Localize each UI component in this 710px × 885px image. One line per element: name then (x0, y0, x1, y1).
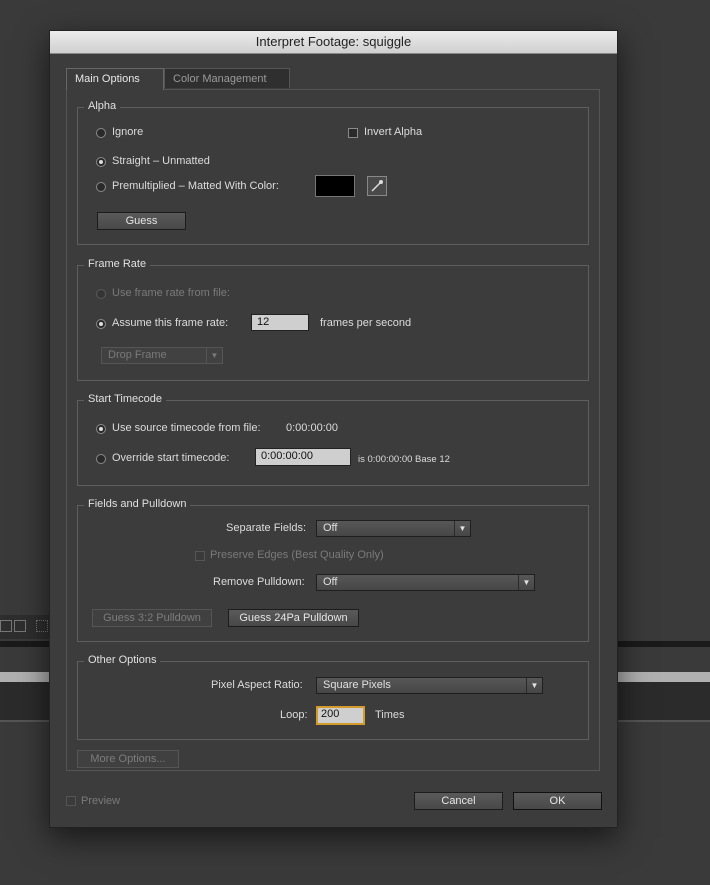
chevron-down-icon: ▼ (518, 575, 534, 590)
override-timecode-radio[interactable] (96, 454, 106, 464)
main-options-panel: Alpha Ignore Invert Alpha Straight – Unm… (66, 89, 600, 771)
override-timecode-label: Override start timecode: (112, 452, 230, 464)
frame-rate-unit: frames per second (320, 317, 412, 329)
network-icon (36, 620, 48, 632)
chevron-down-icon: ▼ (206, 348, 222, 363)
dialog-title: Interpret Footage: squiggle (50, 31, 617, 54)
guess-alpha-button[interactable]: Guess (97, 212, 186, 230)
use-source-timecode-radio[interactable] (96, 424, 106, 434)
cancel-button[interactable]: Cancel (414, 792, 503, 810)
frame-rate-title: Frame Rate (84, 258, 151, 270)
use-source-timecode-label: Use source timecode from file: (112, 422, 261, 434)
override-timecode-input[interactable]: 0:00:00:00 (255, 448, 351, 466)
panel-icon (0, 620, 12, 632)
use-file-rate-label: Use frame rate from file: (112, 287, 230, 299)
ok-button[interactable]: OK (513, 792, 602, 810)
start-timecode-title: Start Timecode (84, 393, 166, 405)
ignore-label: Ignore (112, 126, 144, 138)
interpret-footage-dialog: Interpret Footage: squiggle Main Options… (49, 30, 618, 828)
invert-alpha-label: Invert Alpha (364, 126, 423, 138)
preserve-edges-checkbox[interactable] (195, 551, 205, 561)
other-options-group: Other Options Pixel Aspect Ratio: Square… (77, 654, 589, 740)
fields-pulldown-title: Fields and Pulldown (84, 498, 191, 510)
assume-rate-label: Assume this frame rate: (112, 317, 229, 329)
premultiplied-label: Premultiplied – Matted With Color: (112, 180, 279, 192)
frame-rate-group: Frame Rate Use frame rate from file: Ass… (77, 258, 589, 381)
drop-frame-value: Drop Frame (108, 349, 167, 361)
separate-fields-select[interactable]: Off ▼ (316, 520, 471, 537)
tab-color-management[interactable]: Color Management (164, 68, 290, 88)
alpha-title: Alpha (84, 100, 121, 112)
frame-rate-input[interactable]: 12 (251, 314, 309, 331)
separate-fields-value: Off (323, 522, 338, 534)
alpha-group: Alpha Ignore Invert Alpha Straight – Unm… (77, 100, 589, 245)
preserve-edges-label: Preserve Edges (Best Quality Only) (210, 549, 384, 561)
preview-label: Preview (81, 795, 121, 807)
start-timecode-group: Start Timecode Use source timecode from … (77, 393, 589, 486)
premultiplied-radio[interactable] (96, 182, 106, 192)
drop-frame-select[interactable]: Drop Frame ▼ (101, 347, 223, 364)
separate-fields-label: Separate Fields: (226, 522, 307, 534)
timecode-info: is 0:00:00:00 Base 12 (358, 454, 450, 465)
preview-checkbox[interactable] (66, 796, 76, 806)
invert-alpha-checkbox[interactable] (348, 128, 358, 138)
source-timecode-value: 0:00:00:00 (286, 422, 338, 434)
remove-pulldown-label: Remove Pulldown: (213, 576, 305, 588)
assume-rate-radio[interactable] (96, 319, 106, 329)
eyedropper-icon[interactable] (367, 176, 387, 196)
loop-label: Loop: (280, 709, 308, 721)
straight-radio[interactable] (96, 157, 106, 167)
chevron-down-icon: ▼ (526, 678, 542, 693)
tab-main-options[interactable]: Main Options (66, 68, 164, 90)
loop-input[interactable]: 200 (316, 706, 365, 725)
loop-times-label: Times (375, 709, 405, 721)
straight-label: Straight – Unmatted (112, 155, 210, 167)
more-options-button[interactable]: More Options... (77, 750, 179, 768)
pixel-aspect-ratio-label: Pixel Aspect Ratio: (211, 679, 303, 691)
pixel-aspect-ratio-value: Square Pixels (323, 679, 391, 691)
chevron-down-icon: ▼ (454, 521, 470, 536)
camera-icon (14, 620, 26, 632)
other-options-title: Other Options (84, 654, 161, 666)
guess-24pa-pulldown-button[interactable]: Guess 24Pa Pulldown (228, 609, 359, 627)
fields-pulldown-group: Fields and Pulldown Separate Fields: Off… (77, 498, 589, 642)
ignore-radio[interactable] (96, 128, 106, 138)
remove-pulldown-select[interactable]: Off ▼ (316, 574, 535, 591)
guess-32-pulldown-button[interactable]: Guess 3:2 Pulldown (92, 609, 212, 627)
remove-pulldown-value: Off (323, 576, 338, 588)
use-file-rate-radio[interactable] (96, 289, 106, 299)
pixel-aspect-ratio-select[interactable]: Square Pixels ▼ (316, 677, 543, 694)
matte-color-swatch[interactable] (315, 175, 355, 197)
